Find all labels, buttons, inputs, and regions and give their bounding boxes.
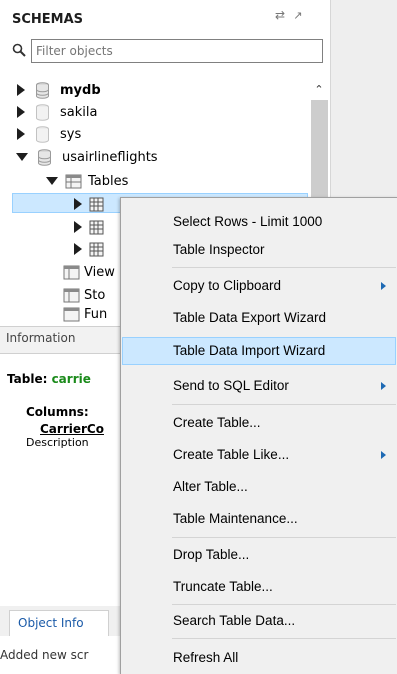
menu-item-copy-to-clipboard[interactable]: Copy to Clipboard <box>122 272 396 300</box>
table-icon <box>89 242 104 256</box>
menu-item-search-table-data[interactable]: Search Table Data... <box>122 607 396 635</box>
folder-icon <box>65 174 82 188</box>
menu-item-label: Table Maintenance... <box>173 511 298 526</box>
folder-icon <box>63 307 80 321</box>
menu-item-table-inspector[interactable]: Table Inspector <box>122 236 396 264</box>
column-name: CarrierCo <box>40 422 104 436</box>
procedures-label: Sto <box>84 287 106 303</box>
chevron-right-icon[interactable] <box>17 128 25 140</box>
menu-item-table-maintenance[interactable]: Table Maintenance... <box>122 505 396 533</box>
table-prefix: Table: <box>7 372 52 386</box>
menu-separator <box>172 604 396 605</box>
context-menu: Select Rows - Limit 1000 Table Inspector… <box>120 197 397 674</box>
schema-name: sys <box>60 126 82 142</box>
menu-item-create-table[interactable]: Create Table... <box>122 409 396 437</box>
tree-node-functions[interactable]: Fun <box>63 306 107 322</box>
database-icon <box>38 148 51 166</box>
table-icon <box>89 220 104 234</box>
submenu-arrow-icon <box>381 282 386 290</box>
refresh-icon[interactable]: ⇄ <box>275 8 285 22</box>
schema-name: mydb <box>60 82 101 98</box>
schemas-title: SCHEMAS <box>12 12 84 27</box>
database-icon <box>36 125 49 143</box>
schema-name: sakila <box>60 104 98 120</box>
menu-separator <box>172 638 396 639</box>
table-row[interactable] <box>74 194 104 214</box>
table-row[interactable] <box>74 239 104 259</box>
menu-separator <box>172 404 396 405</box>
chevron-right-icon[interactable] <box>74 198 82 210</box>
tab-object-info[interactable]: Object Info <box>9 610 109 636</box>
chevron-down-icon[interactable] <box>16 153 28 161</box>
table-name: carrie <box>51 372 91 386</box>
tables-label: Tables <box>88 173 129 189</box>
schema-name: usairlineflights <box>62 149 158 165</box>
menu-item-send-to-sql-editor[interactable]: Send to SQL Editor <box>122 372 396 400</box>
menu-item-label: Create Table Like... <box>173 447 290 462</box>
menu-item-alter-table[interactable]: Alter Table... <box>122 473 396 501</box>
submenu-arrow-icon <box>381 382 386 390</box>
menu-item-label: Drop Table... <box>173 547 250 562</box>
menu-item-label: Search Table Data... <box>173 613 296 628</box>
database-icon <box>36 103 49 121</box>
menu-item-label: Table Inspector <box>173 242 265 257</box>
folder-icon <box>63 288 80 302</box>
expand-icon[interactable]: ↗ <box>293 9 302 22</box>
menu-item-select-rows[interactable]: Select Rows - Limit 1000 <box>122 208 396 236</box>
menu-separator <box>172 537 396 538</box>
chevron-right-icon[interactable] <box>17 84 25 96</box>
functions-label: Fun <box>84 306 108 322</box>
chevron-right-icon[interactable] <box>17 106 25 118</box>
database-icon <box>36 81 49 99</box>
chevron-right-icon[interactable] <box>74 221 82 233</box>
schema-row-usairlineflights[interactable]: usairlineflights <box>16 147 158 167</box>
menu-item-label: Copy to Clipboard <box>173 278 282 293</box>
menu-item-label: Refresh All <box>173 650 239 665</box>
scroll-up-arrow[interactable]: ⌃ <box>311 82 327 98</box>
menu-item-label: Alter Table... <box>173 479 248 494</box>
tree-node-tables[interactable]: Tables <box>46 171 128 191</box>
tree-node-views[interactable]: View <box>63 262 115 282</box>
columns-label: Columns: <box>26 405 89 419</box>
tab-label: Object Info <box>18 616 84 630</box>
information-title: Information <box>6 331 76 345</box>
menu-item-drop-table[interactable]: Drop Table... <box>122 541 396 569</box>
chevron-down-icon[interactable] <box>46 177 58 185</box>
menu-item-refresh-all[interactable]: Refresh All <box>122 644 396 672</box>
info-table-name: Table: carrie <box>7 372 91 386</box>
menu-item-create-table-like[interactable]: Create Table Like... <box>122 441 396 469</box>
description-label: Description <box>26 436 89 449</box>
chevron-right-icon[interactable] <box>74 243 82 255</box>
menu-item-label: Create Table... <box>173 415 261 430</box>
menu-item-table-data-import[interactable]: Table Data Import Wizard <box>122 337 396 365</box>
table-row[interactable] <box>74 217 104 237</box>
folder-icon <box>63 265 80 279</box>
menu-item-label: Truncate Table... <box>173 579 273 594</box>
menu-item-label: Table Data Import Wizard <box>173 343 326 358</box>
filter-objects-input[interactable] <box>31 39 323 63</box>
submenu-arrow-icon <box>381 451 386 459</box>
search-icon <box>12 43 26 57</box>
menu-item-truncate-table[interactable]: Truncate Table... <box>122 573 396 601</box>
table-icon <box>89 197 104 211</box>
schema-row-sakila[interactable]: sakila <box>17 102 97 122</box>
schema-row-sys[interactable]: sys <box>17 124 81 144</box>
schemas-actions[interactable]: ⇄ ↗ <box>275 8 302 23</box>
menu-item-label: Send to SQL Editor <box>173 378 289 393</box>
menu-item-label: Select Rows - Limit 1000 <box>173 214 323 229</box>
menu-item-label: Table Data Export Wizard <box>173 310 327 325</box>
schema-row-mydb[interactable]: mydb <box>17 80 101 100</box>
menu-separator <box>172 267 396 268</box>
tree-node-procedures[interactable]: Sto <box>63 285 105 305</box>
menu-item-table-data-export[interactable]: Table Data Export Wizard <box>122 304 396 332</box>
views-label: View <box>84 264 115 280</box>
output-message: Added new scr <box>0 648 89 662</box>
